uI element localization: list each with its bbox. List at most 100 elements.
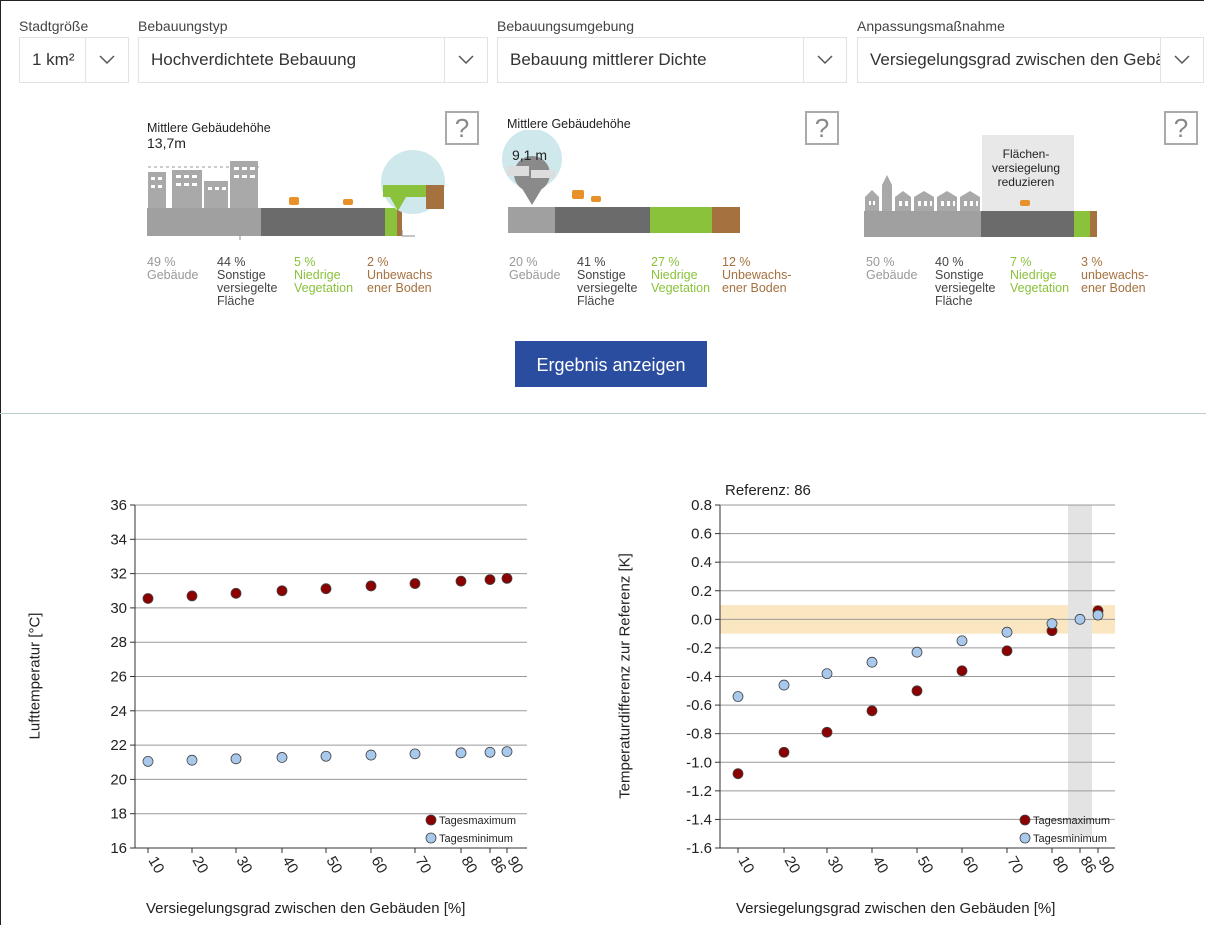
chart2-legend-marker [1019, 814, 1031, 826]
chart2-ytick-label: -0.2 [686, 640, 712, 657]
chart2-ytick-label: -1.2 [686, 783, 712, 800]
chart1-point-min [186, 754, 198, 766]
chart2-ytick-label: -1.6 [686, 840, 712, 857]
chart1-ytick-label: 20 [110, 771, 127, 788]
chart2-point-max [732, 768, 744, 780]
chart1-point-max [320, 583, 332, 595]
chart1-ytick-label: 24 [110, 703, 127, 720]
chart2-legend-label: Tagesmaximum [1033, 815, 1110, 827]
select-bebauungstyp-value: Hochverdichtete Bebauung [151, 50, 357, 69]
panel3-lbl-buildings-1: Gebäude [866, 268, 918, 282]
chevron-down-icon[interactable] [444, 38, 487, 82]
show-result-button[interactable]: Ergebnis anzeigen [515, 341, 707, 387]
chart1-point-max [501, 573, 513, 584]
chart2-xtick-label: 50 [914, 854, 937, 877]
chart2-ytick-label: 0.4 [691, 554, 712, 571]
chart1-xtick-label: 60 [368, 854, 391, 877]
chart2-point-min [821, 668, 833, 680]
select-bebauungsumgebung-value: Bebauung mittlerer Dichte [510, 50, 707, 69]
chart1-ytick-label: 36 [110, 497, 127, 514]
select-stadtgroesse[interactable]: 1 km² [19, 37, 129, 83]
chart2-point-min [1092, 609, 1104, 621]
panel1-lbl-sealed-3: Fläche [217, 294, 255, 308]
select-anpassungsmassnahme-value: Versiegelungsgrad zwischen den Gebäuden [870, 50, 1160, 69]
panel3-lbl-vegetation-2: Vegetation [1010, 281, 1070, 295]
chart2-point-min [732, 691, 744, 702]
chart2-xlabel: Versiegelungsgrad zwischen den Gebäuden … [736, 900, 1056, 917]
chart1-ytick-label: 28 [110, 634, 127, 651]
chart1-point-max [230, 587, 242, 599]
help-button-2[interactable]: ? [805, 111, 839, 145]
chart2-point-max [778, 746, 790, 758]
chart2-ytick-label: -0.4 [686, 669, 712, 686]
chart1-point-min [501, 746, 513, 758]
chart1-ytick-label: 22 [110, 737, 127, 754]
chart1-legend-marker [425, 832, 437, 844]
chart1-xtick-label: 50 [323, 854, 346, 877]
chart1-point-min [365, 749, 377, 761]
chart2-point-min [956, 635, 968, 647]
chart2-point-max [866, 705, 878, 717]
chart1-xtick-label: 80 [458, 854, 481, 877]
help-button-3[interactable]: ? [1164, 111, 1198, 145]
chart1-legend-label: Tagesminimum [439, 833, 513, 845]
chevron-down-icon[interactable] [803, 38, 846, 82]
chart1-point-min [276, 752, 288, 763]
chart2-point-min [778, 679, 790, 691]
panel2-lbl-soil-2: ener Boden [722, 281, 787, 295]
chart1-point-max [409, 578, 421, 589]
chart1-point-min [455, 747, 467, 759]
select-bebauungsumgebung[interactable]: Bebauung mittlerer Dichte [497, 37, 847, 83]
chart2-xtick-label: 30 [824, 854, 847, 877]
chart2-ytick-label: 0.6 [691, 526, 712, 543]
chart2-legend-marker [1019, 832, 1031, 844]
chart1-ytick-label: 26 [110, 669, 127, 686]
chart1-ytick-label: 18 [110, 806, 127, 823]
chart2-xtick-label: 70 [1004, 854, 1027, 877]
chart1-xtick-label: 70 [412, 854, 435, 877]
label-bebauungsumgebung: Bebauungsumgebung [497, 18, 635, 34]
chart1-xtick-label: 10 [145, 854, 168, 877]
chart1-point-max [455, 575, 467, 587]
chart1-point-min [409, 748, 421, 760]
chart2-xtick-label: 90 [1095, 854, 1118, 877]
select-stadtgroesse-value: 1 km² [32, 50, 75, 69]
chart1-point-max [484, 574, 496, 586]
chart2-ytick-label: 0.2 [691, 583, 712, 600]
panel2-lbl-sealed-3: Fläche [577, 294, 615, 308]
chart1-ytick-label: 30 [110, 600, 127, 617]
panel1-lbl-buildings-1: Gebäude [147, 268, 199, 282]
chart1-ytick-label: 34 [110, 531, 127, 548]
chart2-point-min [1046, 618, 1058, 630]
panel3-lbl-sealed-3: Fläche [935, 294, 973, 308]
chart2-point-min [1001, 626, 1013, 638]
chart2-ytick-label: -0.6 [686, 697, 712, 714]
panel2-height-label: Mittlere Gebäudehöhe [507, 117, 631, 131]
panel3-lbl-soil-2: ener Boden [1081, 281, 1146, 295]
chevron-down-icon[interactable] [1160, 38, 1203, 82]
panel1-height-label: Mittlere Gebäudehöhe [147, 121, 271, 135]
select-anpassungsmassnahme[interactable]: Versiegelungsgrad zwischen den Gebäuden [857, 37, 1204, 83]
chart1-xtick-label: 30 [233, 854, 256, 877]
chart2-xtick-label: 10 [735, 854, 758, 877]
help-button-1[interactable]: ? [445, 111, 479, 145]
chevron-down-icon[interactable] [85, 38, 128, 82]
select-bebauungstyp[interactable]: Hochverdichtete Bebauung [138, 37, 488, 83]
panel2-lbl-buildings-1: Gebäude [509, 268, 561, 282]
chart1-point-min [320, 750, 332, 762]
chart2-point-min [1074, 613, 1086, 625]
panel3-callout-2: versiegelung [991, 161, 1061, 175]
chart2-ytick-label: -1.0 [686, 754, 712, 771]
panel1-lbl-soil-2: ener Boden [367, 281, 432, 295]
chart1-point-min [230, 753, 242, 765]
chart2-xtick-label: 20 [781, 854, 804, 877]
chart2-xtick-label: 80 [1049, 854, 1072, 877]
chart1-xtick-label: 20 [189, 854, 212, 877]
panel2-height-bubble: 9,1 m [512, 147, 548, 163]
chart1-point-max [186, 590, 198, 602]
chart2-ytick-label: -1.4 [686, 811, 712, 828]
chart2-point-max [1001, 645, 1013, 657]
label-bebauungstyp: Bebauungstyp [138, 18, 228, 34]
chart2-point-max [821, 726, 833, 738]
panel3-illustration [864, 135, 1097, 237]
